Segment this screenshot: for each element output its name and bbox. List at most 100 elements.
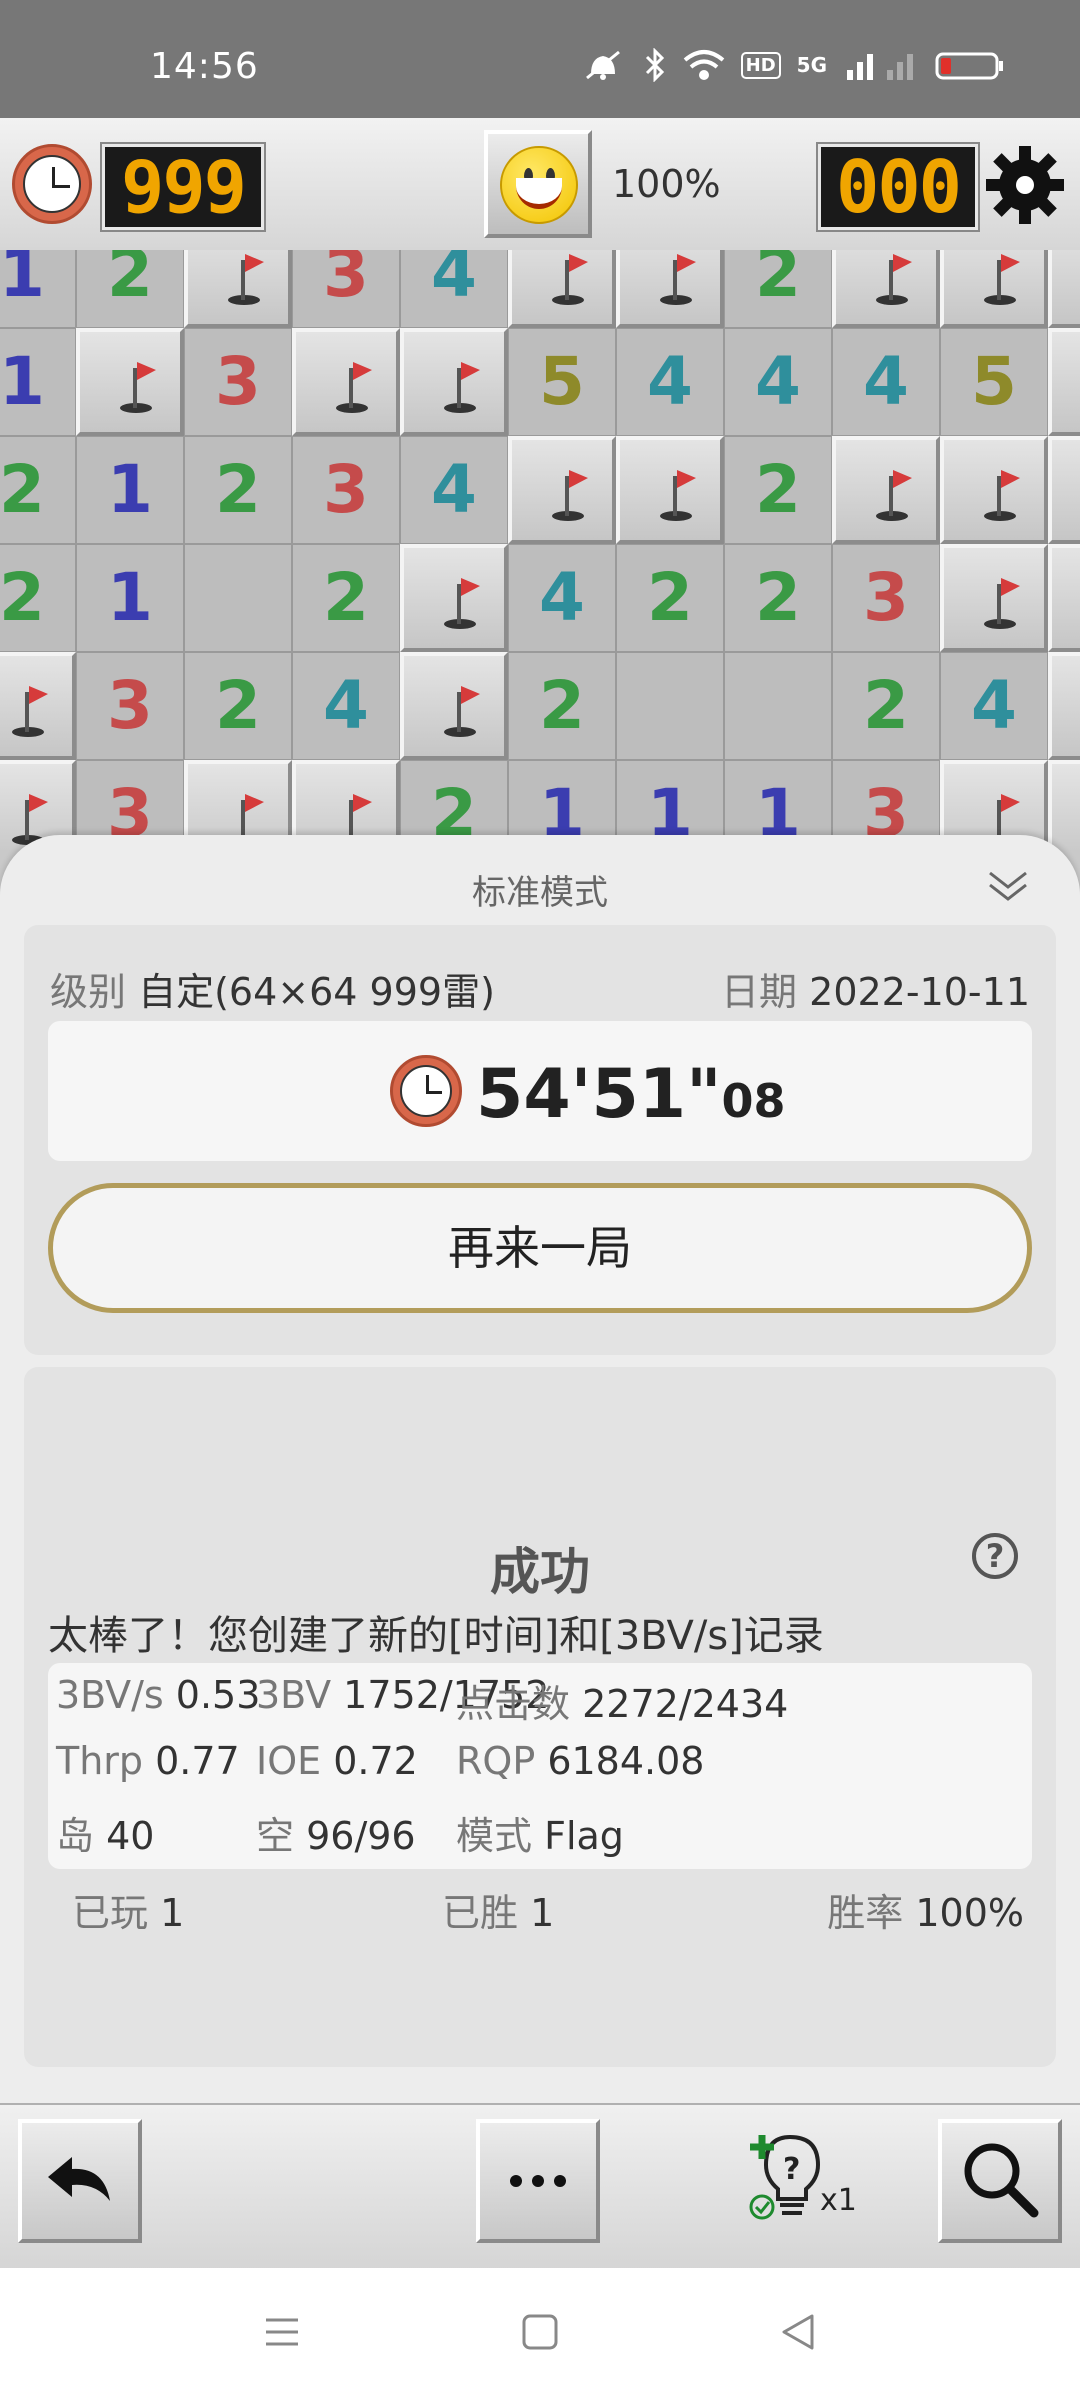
number-cell[interactable]: 4	[832, 328, 940, 436]
cell-number: 2	[755, 451, 801, 528]
number-cell[interactable]: 2	[508, 652, 616, 760]
number-cell[interactable]: 3	[184, 328, 292, 436]
number-cell[interactable]: 3	[832, 544, 940, 652]
number-cell[interactable]: 4	[940, 652, 1048, 760]
flag-icon	[660, 470, 696, 521]
number-cell[interactable]: 2	[292, 544, 400, 652]
flagged-cell[interactable]	[832, 436, 940, 544]
flagged-cell[interactable]	[508, 250, 616, 328]
gear-icon[interactable]	[982, 142, 1068, 228]
back-icon[interactable]	[778, 2312, 818, 2352]
cell-number: 3	[323, 250, 369, 312]
game-toolbar: 999 100% 000	[0, 118, 1080, 252]
result-sheet: 标准模式 级别 自定(64×64 999雷) 日期 2022-10-11 54'…	[0, 835, 1080, 2105]
flagged-cell[interactable]	[616, 250, 724, 328]
help-icon[interactable]: ?	[972, 1533, 1018, 1579]
number-cell[interactable]: 3	[292, 250, 400, 328]
flagged-cell[interactable]	[1048, 652, 1080, 760]
cell-number: 2	[215, 451, 261, 528]
stat-value: 0.77	[143, 1739, 240, 1783]
number-cell[interactable]: 1	[76, 544, 184, 652]
minefield-board[interactable]: 1234213544452123422124223324224321113	[0, 250, 1080, 850]
progress-percent: 100%	[612, 162, 721, 206]
number-cell[interactable]: 4	[292, 652, 400, 760]
flagged-cell[interactable]	[400, 652, 508, 760]
date-value: 2022-10-11	[809, 970, 1030, 1014]
number-cell[interactable]: 2	[184, 652, 292, 760]
level-value: 自定(64×64 999雷)	[138, 970, 495, 1014]
home-icon[interactable]	[520, 2312, 560, 2352]
stat-key: 岛	[56, 1814, 95, 1858]
flagged-cell[interactable]	[940, 250, 1048, 328]
number-cell[interactable]: 2	[616, 544, 724, 652]
won-count: 已胜 1	[442, 1882, 554, 1937]
finish-time-main: 54'51"	[476, 1055, 722, 1134]
status-icons: HD 5G	[579, 48, 1005, 82]
flagged-cell[interactable]	[940, 544, 1048, 652]
number-cell[interactable]: 1	[0, 250, 76, 328]
more-button[interactable]	[476, 2119, 600, 2243]
number-cell[interactable]: 2	[184, 436, 292, 544]
play-again-button[interactable]: 再来一局	[48, 1183, 1032, 1313]
stat-value: 96/96	[294, 1814, 416, 1858]
number-cell[interactable]: 5	[508, 328, 616, 436]
number-cell[interactable]: 3	[76, 652, 184, 760]
flag-icon	[876, 470, 912, 521]
flagged-cell[interactable]	[0, 652, 76, 760]
number-cell[interactable]: 3	[292, 436, 400, 544]
flagged-cell[interactable]	[76, 328, 184, 436]
flagged-cell[interactable]	[184, 250, 292, 328]
number-cell[interactable]: 2	[832, 652, 940, 760]
stat-item: Thrp 0.77	[56, 1739, 240, 1783]
chevron-down-icon[interactable]	[986, 863, 1030, 907]
undo-button[interactable]	[18, 2119, 142, 2243]
number-cell[interactable]: 1	[0, 328, 76, 436]
cell-number: 4	[323, 667, 369, 744]
number-cell[interactable]: 4	[724, 328, 832, 436]
win-rate-value: 100%	[915, 1891, 1024, 1935]
number-cell[interactable]: 4	[616, 328, 724, 436]
number-cell[interactable]: 4	[508, 544, 616, 652]
empty-cell[interactable]	[616, 652, 724, 760]
flagged-cell[interactable]	[292, 328, 400, 436]
menu-icon[interactable]	[262, 2312, 302, 2352]
number-cell[interactable]: 5	[940, 328, 1048, 436]
empty-cell[interactable]	[724, 652, 832, 760]
timer-display: 999	[102, 144, 264, 230]
flagged-cell[interactable]	[1048, 328, 1080, 436]
cell-number: 1	[0, 343, 45, 420]
flag-icon	[552, 254, 588, 305]
number-cell[interactable]: 2	[0, 544, 76, 652]
bottom-toolbar: ? x1	[0, 2103, 1080, 2270]
flagged-cell[interactable]	[832, 250, 940, 328]
search-button[interactable]	[938, 2119, 1062, 2243]
flagged-cell[interactable]	[1048, 250, 1080, 328]
cell-number: 4	[431, 451, 477, 528]
hint-button[interactable]: ? x1	[748, 2127, 858, 2237]
flagged-cell[interactable]	[400, 328, 508, 436]
stat-value: 6184.08	[535, 1739, 705, 1783]
flagged-cell[interactable]	[400, 544, 508, 652]
flagged-cell[interactable]	[1048, 544, 1080, 652]
mute-icon	[585, 50, 620, 80]
battery-icon	[935, 52, 1003, 80]
cell-number: 2	[215, 667, 261, 744]
flagged-cell[interactable]	[508, 436, 616, 544]
number-cell[interactable]: 2	[724, 436, 832, 544]
number-cell[interactable]: 2	[724, 544, 832, 652]
flagged-cell[interactable]	[616, 436, 724, 544]
number-cell[interactable]: 2	[76, 250, 184, 328]
flagged-cell[interactable]	[1048, 436, 1080, 544]
flagged-cell[interactable]	[1048, 760, 1080, 850]
mode-title: 标准模式	[472, 873, 608, 913]
number-cell[interactable]: 1	[76, 436, 184, 544]
stat-key: 模式	[456, 1814, 533, 1858]
flagged-cell[interactable]	[940, 436, 1048, 544]
number-cell[interactable]: 2	[724, 250, 832, 328]
number-cell[interactable]: 4	[400, 250, 508, 328]
empty-cell[interactable]	[184, 544, 292, 652]
number-cell[interactable]: 2	[0, 436, 76, 544]
new-game-smiley-button[interactable]	[484, 130, 592, 238]
date-label: 日期	[721, 970, 798, 1014]
number-cell[interactable]: 4	[400, 436, 508, 544]
